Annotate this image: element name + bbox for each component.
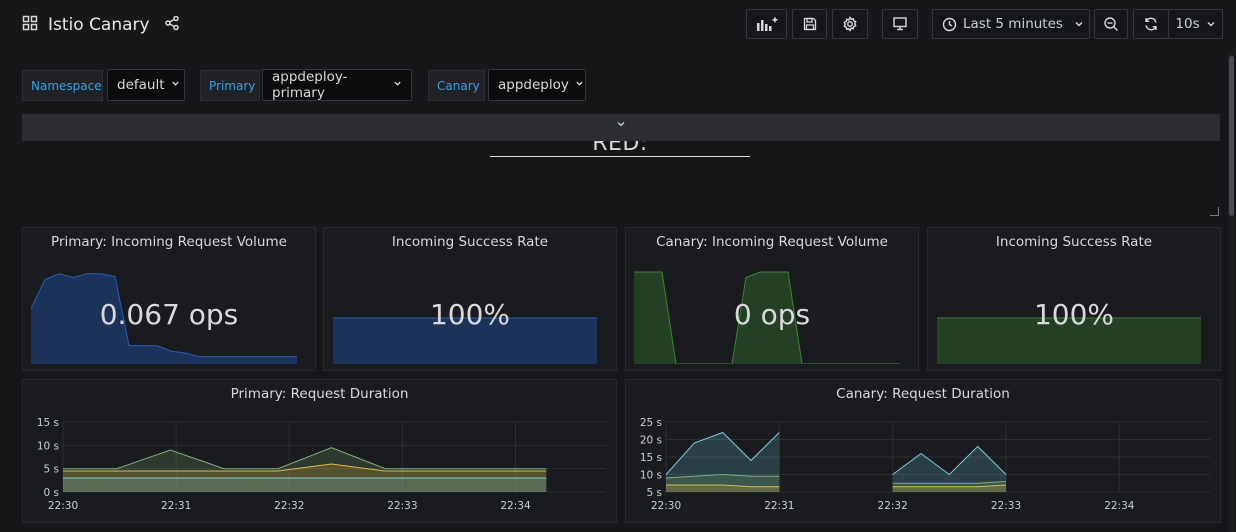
y-tick-label: 20 s <box>640 435 662 447</box>
dashboard-title-bar: Istio Canary <box>22 12 180 38</box>
add-panel-button[interactable] <box>746 9 787 39</box>
duration-chart: 0 s 5 s 10 s 15 s 22:30 22:31 22:32 22:33 22:34 <box>37 417 606 512</box>
dashboard-grid-icon[interactable] <box>22 15 38 35</box>
stat-value: 0 ops <box>733 298 811 331</box>
x-tick-label: 22:30 <box>48 500 78 512</box>
primary-variable-label: Primary <box>200 70 260 101</box>
y-tick-label: 10 s <box>37 440 59 452</box>
series-area <box>63 478 547 492</box>
dashboard-title[interactable]: Istio Canary <box>48 15 150 35</box>
canary-variable-label: Canary <box>428 70 485 101</box>
canary-variable-value: appdeploy <box>498 77 569 93</box>
refresh-icon <box>1143 16 1159 32</box>
graph-panel-canary-duration[interactable]: Canary: Request Duration 5 s 10 s 15 s 20 s… <box>625 379 1221 523</box>
primary-variable-value: appdeploy-primary <box>272 69 348 101</box>
y-tick-label: 25 s <box>640 417 662 429</box>
chevron-down-icon <box>1074 19 1084 29</box>
refresh-interval-value: 10s <box>1175 16 1200 32</box>
stat-value: 0.067 ops <box>99 298 239 331</box>
save-dashboard-button[interactable] <box>792 9 827 39</box>
save-icon <box>803 17 817 31</box>
stat-value: 100% <box>1033 298 1115 331</box>
time-range-label: Last 5 minutes <box>963 16 1063 32</box>
y-tick-label: 5 s <box>647 487 663 499</box>
stat-value: 100% <box>429 298 511 331</box>
share-icon[interactable] <box>164 15 180 35</box>
stat-panel-canary-volume[interactable]: Canary: Incoming Request Volume 0 ops <box>625 227 919 371</box>
x-tick-label: 22:32 <box>274 500 304 512</box>
y-tick-label: 15 s <box>37 417 59 429</box>
stat-panel-primary-success[interactable]: Incoming Success Rate 100% <box>323 227 617 371</box>
add-panel-icon <box>756 16 778 32</box>
primary-variable-select[interactable]: appdeploy-primary <box>262 69 412 101</box>
dashboard-settings-button[interactable] <box>832 9 868 39</box>
namespace-variable-value: default <box>117 77 165 93</box>
monitor-icon <box>892 16 908 32</box>
x-tick-label: 22:30 <box>651 500 681 512</box>
refresh-button[interactable] <box>1133 9 1169 39</box>
duration-chart: 5 s 10 s 15 s 20 s 25 s 22:30 22:31 22:32 22:33 2… <box>640 417 1210 512</box>
panel-title: Canary: Request Duration <box>836 386 1010 402</box>
zoom-out-button[interactable] <box>1094 9 1128 39</box>
time-range-picker[interactable]: Last 5 minutes <box>932 9 1090 39</box>
canary-variable-select[interactable]: appdeploy <box>488 69 586 101</box>
x-tick-label: 22:31 <box>161 500 191 512</box>
panel-title: Primary: Incoming Request Volume <box>51 234 287 250</box>
graph-panel-primary-duration[interactable]: Primary: Request Duration 0 s 5 s 10 s 15 s… <box>22 379 617 523</box>
y-tick-label: 5 s <box>44 464 60 476</box>
y-tick-label: 10 s <box>640 470 662 482</box>
y-tick-label: 15 s <box>640 452 662 464</box>
y-tick-label: 0 s <box>44 487 60 499</box>
panel-title: Incoming Success Rate <box>391 234 549 250</box>
zoom-out-icon <box>1103 16 1119 32</box>
chevron-down-icon <box>575 79 584 91</box>
x-tick-label: 22:33 <box>991 500 1021 512</box>
x-tick-label: 22:34 <box>1104 500 1135 512</box>
heading-underline <box>490 156 750 157</box>
x-tick-label: 22:32 <box>878 500 908 512</box>
chevron-down-icon <box>171 79 180 91</box>
x-tick-label: 22:33 <box>387 500 417 512</box>
stat-panel-primary-volume[interactable]: Primary: Incoming Request Volume 0.067 o… <box>22 227 316 371</box>
panel-title: Incoming Success Rate <box>995 234 1153 250</box>
namespace-variable-select[interactable]: default <box>107 69 185 101</box>
chevron-down-icon <box>1206 19 1216 29</box>
namespace-variable-label: Namespace <box>22 70 103 101</box>
panel-title: Canary: Incoming Request Volume <box>656 234 888 250</box>
chevron-down-icon <box>393 79 402 91</box>
stat-panel-canary-success[interactable]: Incoming Success Rate 100% <box>927 227 1221 371</box>
chevron-down-icon[interactable] <box>613 119 629 135</box>
x-tick-label: 22:34 <box>500 500 531 512</box>
x-tick-label: 22:31 <box>764 500 794 512</box>
panel-resize-handle[interactable] <box>1210 207 1219 216</box>
panel-title: Primary: Request Duration <box>230 386 409 402</box>
refresh-interval-picker[interactable]: 10s <box>1168 9 1223 39</box>
scrollbar-thumb[interactable] <box>1229 56 1234 216</box>
clock-icon <box>942 17 957 32</box>
tv-mode-button[interactable] <box>882 9 918 39</box>
gear-icon <box>842 16 858 32</box>
